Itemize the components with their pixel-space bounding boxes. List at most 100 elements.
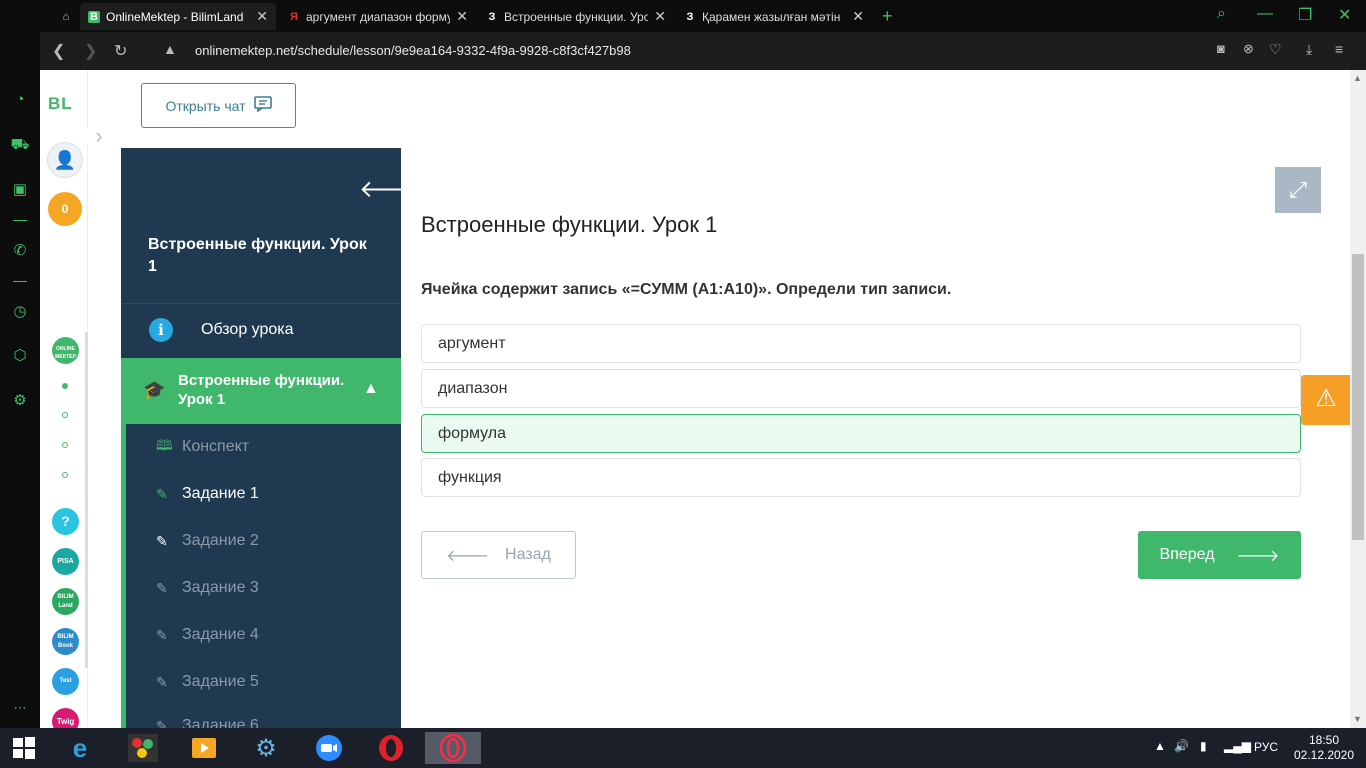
avatar[interactable]: 👤 xyxy=(47,142,83,178)
book-icon: 🕮 xyxy=(156,437,173,453)
bilimland-link[interactable]: BILIM Land xyxy=(52,588,79,615)
download-icon[interactable]: ⤓ xyxy=(1306,41,1312,58)
nav-dot[interactable] xyxy=(62,442,68,448)
edit-icon: ✎ xyxy=(156,485,168,502)
nav-overview-item[interactable]: i Обзор урока xyxy=(121,303,401,356)
scroll-up-icon[interactable]: ▲ xyxy=(1353,73,1362,83)
internet-explorer-icon[interactable]: e xyxy=(60,732,100,764)
bag-icon[interactable]: ⛟ xyxy=(10,135,30,155)
reload-icon[interactable]: ↻ xyxy=(114,41,127,61)
lesson-nav: 🡐 Встроенные функции. Урок 1 i Обзор уро… xyxy=(121,148,423,728)
answer-option-4[interactable]: функция xyxy=(421,458,1301,497)
nav-dot[interactable] xyxy=(62,472,68,478)
twig-link[interactable]: Twig xyxy=(52,708,79,728)
restore-icon[interactable]: ❐ xyxy=(1298,5,1312,25)
whatsapp-icon[interactable]: ✆ xyxy=(10,241,30,261)
paint-app-icon[interactable] xyxy=(123,732,163,764)
close-icon[interactable]: ✕ xyxy=(852,8,864,25)
answer-option-1[interactable]: аргумент xyxy=(421,324,1301,363)
tab-yandex[interactable]: Я аргумент диапазон формула ✕ xyxy=(280,3,476,30)
nav-item-task-2[interactable]: ✎ Задание 2 xyxy=(156,529,259,553)
close-icon[interactable]: ✕ xyxy=(456,8,468,25)
fullscreen-icon[interactable]: ⤢ xyxy=(1275,167,1321,213)
gear-app-icon[interactable]: ⚙ xyxy=(246,732,286,764)
tab-gaming-icon[interactable]: ⌂ xyxy=(52,3,76,30)
tray-chevron-icon[interactable]: ▲ xyxy=(1154,739,1166,753)
yandex-tab-icon: Я xyxy=(290,10,298,23)
nav-item-task-3[interactable]: ✎ Задание 3 xyxy=(156,576,259,600)
coins-badge[interactable]: 0 xyxy=(48,192,82,226)
close-icon[interactable]: ✕ xyxy=(654,8,666,25)
adblock-icon[interactable]: ⊗ xyxy=(1243,41,1254,57)
back-button[interactable]: 🡐 Назад xyxy=(421,531,576,579)
arrow-left-icon[interactable]: 🡐 xyxy=(359,174,423,204)
close-window-icon[interactable]: ✕ xyxy=(1338,5,1351,25)
nav-item-task-5[interactable]: ✎ Задание 5 xyxy=(156,670,259,694)
nav-item-task-6[interactable]: ✎ Задание 6 xyxy=(156,714,259,728)
z-tab-icon: З xyxy=(488,10,496,23)
nav-dot[interactable] xyxy=(62,383,68,389)
settings-gear-icon[interactable]: ⚙ xyxy=(10,391,30,411)
page-title: Встроенные функции. Урок 1 xyxy=(421,212,718,237)
answer-option-3[interactable]: формула xyxy=(421,414,1301,453)
info-icon: i xyxy=(149,318,173,342)
chevron-up-icon[interactable]: ▲ xyxy=(363,380,379,398)
page: BL 👤 0 ONLINE MEKTEP ? PISA BILIM Land B… xyxy=(40,70,1350,728)
minimize-icon[interactable]: — xyxy=(1257,5,1273,23)
new-tab-button[interactable]: + xyxy=(874,3,898,30)
clock[interactable]: 18:50 02.12.2020 xyxy=(1292,733,1356,763)
nav-item-konspekt[interactable]: 🕮 Конспект xyxy=(156,435,249,459)
easy-setup-icon[interactable]: ≡ xyxy=(1335,41,1343,57)
online-mektep-link[interactable]: ONLINE MEKTEP xyxy=(52,337,79,364)
next-button[interactable]: Вперед 🡒 xyxy=(1138,531,1301,579)
forward-icon[interactable]: ❯ xyxy=(84,41,97,61)
site-sidebar: BL 👤 0 ONLINE MEKTEP ? PISA BILIM Land B… xyxy=(40,70,88,728)
edit-icon: ✎ xyxy=(156,532,168,549)
opera-gx-icon[interactable] xyxy=(425,732,481,764)
bilimland-logo[interactable]: BL xyxy=(48,94,73,114)
nav-item-task-1[interactable]: ✎ Задание 1 xyxy=(156,482,259,506)
tab-onlinemektep[interactable]: B OnlineMektep - BilimLand ✕ xyxy=(80,3,276,30)
back-icon[interactable]: ❮ xyxy=(52,41,65,61)
search-icon[interactable]: ⌕ xyxy=(1217,5,1226,23)
main-area: Открыть чат 🡐 Встроенные функции. Урок 1… xyxy=(121,70,1321,728)
answer-option-2[interactable]: диапазон xyxy=(421,369,1301,408)
speed-dial-icon[interactable]: ◔ xyxy=(10,90,30,110)
language-indicator[interactable]: РУС xyxy=(1254,740,1278,754)
opera-sidebar: ◔ ⛟ ▣ ✆ ◷ ⬡ ⚙ ⋯ xyxy=(0,0,40,728)
warning-icon[interactable]: ▲ xyxy=(163,41,177,57)
battery-icon[interactable]: ▮ xyxy=(1200,739,1207,753)
tab-qaramen[interactable]: З Қарамен жазылған мәтін ✕ xyxy=(676,3,872,30)
help-icon[interactable]: ? xyxy=(52,508,79,535)
nav-active-section[interactable]: 🎓 Встроенные функции. Урок 1 ▲ xyxy=(121,358,401,424)
nav-dot[interactable] xyxy=(62,412,68,418)
url-field[interactable]: onlinemektep.net/schedule/lesson/9e9ea16… xyxy=(195,43,631,58)
bilimbook-link[interactable]: BILIM Book xyxy=(52,628,79,655)
network-icon[interactable]: ▂▄▆ xyxy=(1224,739,1251,753)
edit-icon: ✎ xyxy=(156,673,168,690)
volume-icon[interactable]: 🔊 xyxy=(1174,739,1189,753)
twitch-icon[interactable]: ▣ xyxy=(10,180,30,200)
cube-icon[interactable]: ⬡ xyxy=(10,346,30,366)
pisa-link[interactable]: PISA xyxy=(52,548,79,575)
tab-vstroennye[interactable]: З Встроенные функции. Урок ✕ xyxy=(478,3,674,30)
zoom-icon[interactable] xyxy=(309,732,349,764)
close-icon[interactable]: ✕ xyxy=(256,8,268,25)
history-icon[interactable]: ◷ xyxy=(10,302,30,322)
nav-item-task-4[interactable]: ✎ Задание 4 xyxy=(156,623,259,647)
open-chat-button[interactable]: Открыть чат xyxy=(141,83,296,128)
windows-start-icon[interactable] xyxy=(4,732,44,764)
expand-sidebar-icon[interactable]: › xyxy=(85,122,113,150)
camera-icon[interactable]: ◙ xyxy=(1217,41,1225,56)
test-link[interactable]: Test xyxy=(52,668,79,695)
task-content: Встроенные функции. Урок 1 Ячейка содерж… xyxy=(421,148,1301,728)
media-player-icon[interactable] xyxy=(184,732,224,764)
more-icon[interactable]: ⋯ xyxy=(10,698,30,718)
scroll-thumb[interactable] xyxy=(1352,254,1364,540)
report-warning-icon[interactable]: ⚠ xyxy=(1301,375,1350,425)
opera-icon[interactable] xyxy=(371,732,411,764)
page-scrollbar[interactable]: ▲ ▼ xyxy=(1350,70,1366,728)
bilimland-tab-icon: B xyxy=(88,10,100,23)
scroll-down-icon[interactable]: ▼ xyxy=(1353,714,1362,724)
heart-icon[interactable]: ♡ xyxy=(1269,41,1282,58)
